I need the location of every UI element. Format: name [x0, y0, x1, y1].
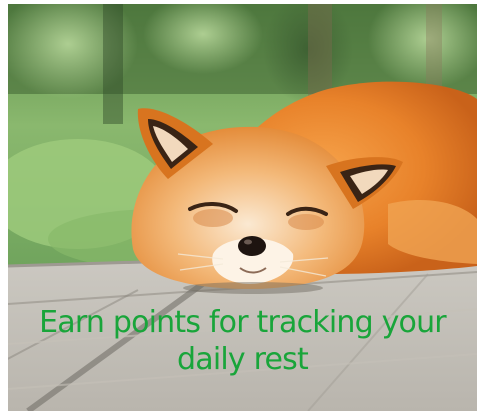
promo-card[interactable]: Earn points for tracking your daily rest	[8, 4, 477, 411]
promo-caption: Earn points for tracking your daily rest	[39, 305, 447, 377]
